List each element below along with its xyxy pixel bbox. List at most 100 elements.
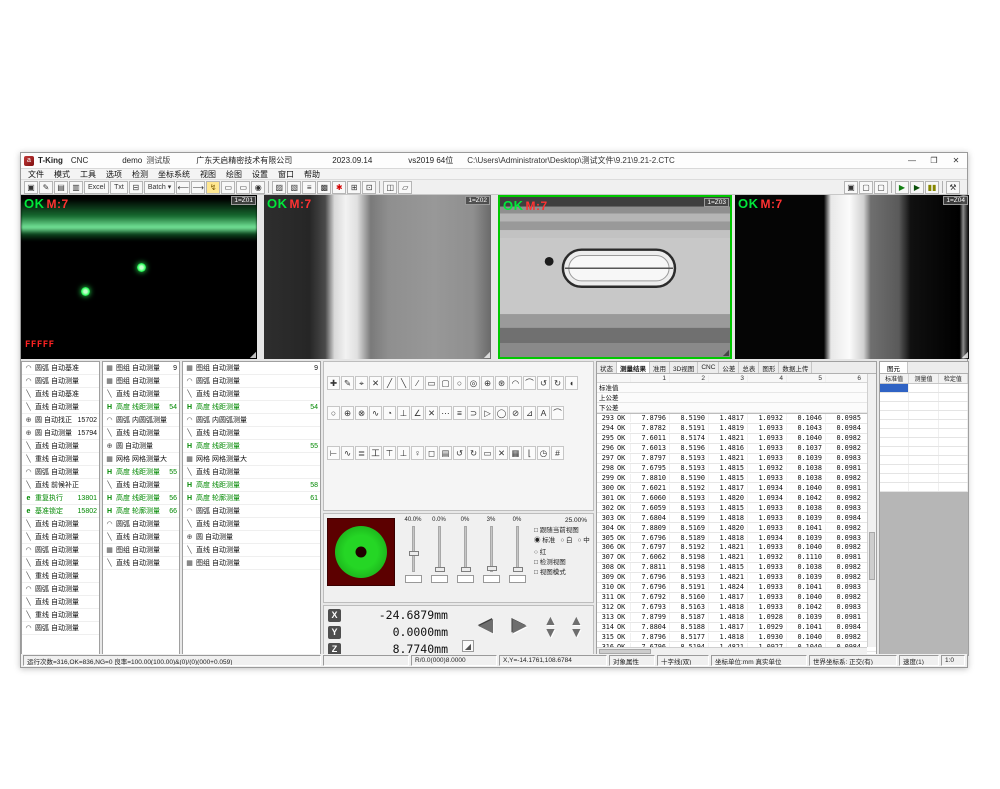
list-icon[interactable]: ≡ [302, 181, 316, 194]
slider-spinbox[interactable] [483, 575, 500, 583]
grid-dot-icon[interactable]: ⊡ [362, 181, 376, 194]
feature-list-item[interactable]: ╲直线自动测量 [103, 557, 179, 570]
table-tab-CNC[interactable]: CNC [698, 362, 719, 373]
feature-list-item[interactable]: ◠圆弧内圆弧测量 [183, 414, 320, 427]
feature-list-item[interactable]: H高度线距测量54 [103, 401, 179, 414]
slider-spinbox[interactable] [431, 575, 448, 583]
jog-z-down-arrow[interactable]: ▼ [569, 626, 583, 638]
tool-icon[interactable]: A [537, 406, 550, 420]
jog-down-arrow[interactable]: ▼ [544, 626, 558, 638]
tool-icon[interactable]: ⊢ [327, 446, 340, 460]
element-row[interactable] [880, 447, 968, 456]
measurement-row[interactable]: 304OK7.88098.51691.48201.09330.10410.098… [597, 523, 876, 533]
camera-view-3-selected[interactable]: OKM:7 1=Z03 ◢ [498, 195, 732, 359]
measurement-row[interactable]: 297OK7.87978.51931.48211.09330.10390.098… [597, 454, 876, 464]
tool-icon[interactable]: ◔ [383, 406, 396, 420]
camera-view-1[interactable]: OKM:7 1=Z01 FFFFF ◢ [21, 195, 257, 359]
feature-list-item[interactable]: ▦图组自动测量 [103, 544, 179, 557]
measurement-row[interactable]: 308OK7.88118.51981.48151.09330.10380.098… [597, 563, 876, 573]
tool-icon[interactable]: ↺ [453, 446, 466, 460]
lightning-icon[interactable]: ↯ [206, 181, 220, 194]
resize-grip-icon[interactable]: ◢ [484, 350, 490, 359]
menu-item-检测[interactable]: 检测 [127, 169, 153, 180]
measurement-row[interactable]: 306OK7.67978.51921.48211.09330.10400.098… [597, 543, 876, 553]
feature-list-item[interactable]: ⊕圆自动测量15794 [22, 427, 99, 440]
menu-item-模式[interactable]: 模式 [49, 169, 75, 180]
feature-list-item[interactable]: ◠圆弧自动测量 [183, 505, 320, 518]
feature-list-item[interactable]: H高度轮廓测量66 [103, 505, 179, 518]
element-row[interactable] [880, 438, 968, 447]
tool-icon[interactable]: ✕ [495, 446, 508, 460]
slider-thumb[interactable] [409, 551, 419, 556]
measurement-row[interactable]: 313OK7.87998.51871.48181.09280.10390.098… [597, 613, 876, 623]
measurement-row[interactable]: 294OK7.87828.51911.48191.09330.10430.098… [597, 424, 876, 434]
pause-icon[interactable]: ▮▮ [925, 181, 939, 194]
excel-export-button[interactable]: Excel [84, 181, 109, 194]
tool-icon[interactable]: ↻ [467, 446, 480, 460]
feature-list-item[interactable]: ╲直线自动测量 [22, 596, 99, 609]
tool-icon[interactable]: ⊗ [355, 406, 368, 420]
feature-list-item[interactable]: ◠圆弧自动测量 [103, 518, 179, 531]
measurement-row[interactable]: 295OK7.60118.51741.48211.09330.10400.098… [597, 434, 876, 444]
ring-light-preview[interactable] [327, 518, 395, 586]
rect-tool-icon[interactable]: ▭ [221, 181, 235, 194]
measurement-row[interactable]: 314OK7.88048.51881.48171.09290.10410.098… [597, 623, 876, 633]
element-row[interactable] [880, 393, 968, 402]
slider-track[interactable] [490, 526, 493, 572]
tool-icon[interactable]: # [551, 446, 564, 460]
jog-right-arrow[interactable]: ► [508, 614, 532, 638]
tool-icon[interactable]: ≣ [355, 446, 368, 460]
measurement-row[interactable]: 301OK7.60608.51931.48201.09340.10420.098… [597, 493, 876, 503]
feature-list-item[interactable]: ╲直线自动测量 [22, 518, 99, 531]
feature-list-item[interactable]: ╲直线自动测量 [22, 531, 99, 544]
light-checkbox-检测视图[interactable]: □ 检测视图 [534, 558, 591, 568]
tool-icon[interactable]: ▦ [509, 446, 522, 460]
report-icon[interactable]: ▤ [54, 181, 68, 194]
element-row[interactable] [880, 411, 968, 420]
tool-icon[interactable]: ∠ [411, 406, 424, 420]
feature-list-item[interactable]: ◠圆弧自动测量 [22, 375, 99, 388]
new-icon[interactable]: ▣ [24, 181, 38, 194]
slider-track[interactable] [516, 526, 519, 572]
measurement-row[interactable]: 303OK7.68048.51991.48181.09330.10390.098… [597, 513, 876, 523]
pattern-icon[interactable]: ▩ [317, 181, 331, 194]
tool-icon[interactable]: ▢ [439, 376, 452, 390]
feature-list-item[interactable]: ╲直线自动测量 [103, 388, 179, 401]
slider-thumb[interactable] [487, 566, 497, 571]
element-row[interactable] [880, 465, 968, 474]
feature-list-item[interactable]: ╲直线自动测量 [183, 466, 320, 479]
table-tab-公差[interactable]: 公差 [719, 362, 739, 373]
light-mode-radio-标准[interactable]: ◉ 标准 [534, 536, 555, 546]
tool-icon[interactable]: ✕ [425, 406, 438, 420]
table-tab-总表[interactable]: 总表 [739, 362, 759, 373]
feature-list-item[interactable]: ◠圆弧自动测量 [183, 375, 320, 388]
tool-icon[interactable]: ∿ [341, 446, 354, 460]
feature-list-item[interactable]: H高度轮廓测量61 [183, 492, 320, 505]
laser-cross-icon[interactable]: ✱ [332, 181, 346, 194]
element-row[interactable] [880, 402, 968, 411]
tool-icon[interactable]: ⊛ [495, 376, 508, 390]
tool-icon[interactable]: ✕ [369, 376, 382, 390]
feature-list-item[interactable]: ▦图组自动测量9 [183, 362, 320, 375]
feature-list-item[interactable]: ◠圆弧自动测量 [22, 583, 99, 596]
run-all-icon[interactable]: ▶ [910, 181, 924, 194]
slider-spinbox[interactable] [457, 575, 474, 583]
table-tab-准用[interactable]: 准用 [650, 362, 670, 373]
table-tab-3D视图[interactable]: 3D视图 [670, 362, 698, 373]
feature-list-item[interactable]: ╲直线前候补正 [22, 479, 99, 492]
feature-list-item[interactable]: ⊕圆自动测量 [103, 440, 179, 453]
batch-button[interactable]: Batch ▾ [144, 181, 175, 194]
slider-thumb[interactable] [435, 567, 445, 572]
grid-icon[interactable]: ▥ [69, 181, 83, 194]
resize-grip-icon[interactable]: ◢ [250, 350, 256, 359]
tool-icon[interactable]: ◻ [425, 446, 438, 460]
arrow-right-icon[interactable]: ⟶ [191, 181, 205, 194]
hatch-icon[interactable]: ▨ [272, 181, 286, 194]
resize-grip-icon[interactable]: ◢ [962, 350, 968, 359]
feature-list-item[interactable]: ╲重线自动测量 [22, 453, 99, 466]
feature-list-item[interactable]: H高度线距测量58 [183, 479, 320, 492]
menu-item-窗口[interactable]: 窗口 [273, 169, 299, 180]
tool-icon[interactable]: 工 [369, 446, 382, 460]
tool-icon[interactable]: ▭ [481, 446, 494, 460]
measurement-row[interactable]: 298OK7.67958.51931.48151.09320.10380.098… [597, 464, 876, 474]
